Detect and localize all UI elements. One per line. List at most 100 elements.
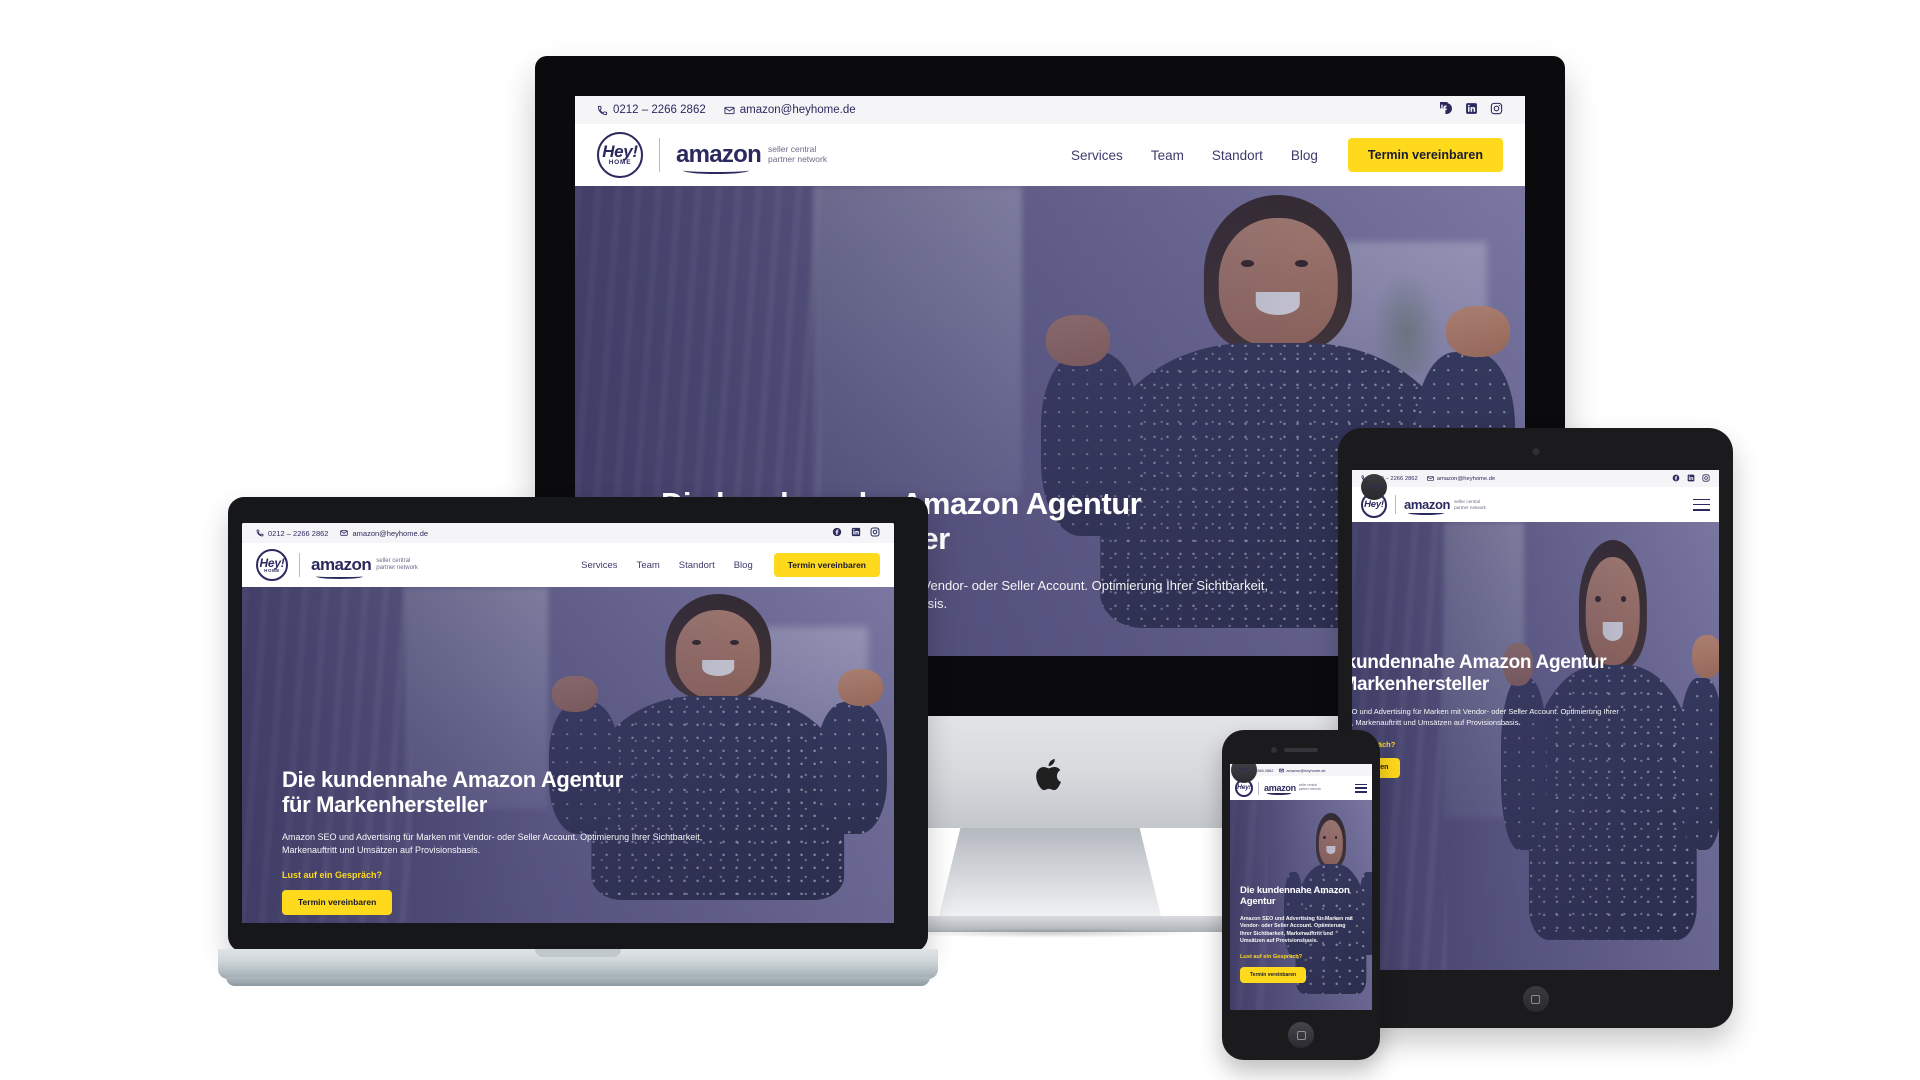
laptop-notch <box>535 949 621 957</box>
logo-hey-text: Hey! <box>1237 783 1251 791</box>
amazon-smile-icon <box>1407 512 1444 515</box>
badge-line-2: partner network <box>1454 504 1486 510</box>
instagram-link[interactable] <box>1490 102 1503 118</box>
email-address: amazon@heyhome.de <box>1436 475 1496 482</box>
instagram-icon <box>1702 473 1710 482</box>
nav-item-services[interactable]: Services <box>581 560 617 571</box>
amazon-wordmark: amazon <box>1404 497 1450 515</box>
hamburger-menu-icon[interactable] <box>1693 498 1710 511</box>
phone-contact[interactable]: 0212 – 2266 2862 <box>256 529 328 538</box>
hero-section: Die kundennahe Amazon Agentur Amazon SEO… <box>1230 800 1372 1010</box>
heyhome-logo: Hey! HOME <box>597 132 643 178</box>
hero-section: Die kundennahe Amazon Agentur für Marken… <box>1352 522 1719 970</box>
amazon-smile-icon <box>1266 792 1292 795</box>
top-contact-bar: 0212 – 2266 2862 amazon@heyhome.de <box>242 523 894 543</box>
amazon-partner-badge: amazon seller central partner network <box>1264 783 1321 795</box>
phone-contact[interactable]: 0212 – 2266 2862 <box>597 104 706 116</box>
hero-headline: Die kundennahe Amazon Agentur für Marken… <box>282 767 722 817</box>
macbook-laptop-mockup: 0212 – 2266 2862 amazon@heyhome.de Hey! … <box>218 497 938 997</box>
envelope-icon <box>340 530 349 536</box>
nav-cta-button[interactable]: Termin vereinbaren <box>773 553 880 577</box>
instagram-link[interactable] <box>870 527 880 539</box>
nav-item-blog[interactable]: Blog <box>734 560 753 571</box>
nav-links: Services Team Standort Blog Termin verei… <box>581 553 880 577</box>
linkedin-link[interactable] <box>851 527 861 539</box>
hero-copy: Die kundennahe Amazon Agentur für Marken… <box>1352 652 1642 778</box>
nav-item-team[interactable]: Team <box>637 560 660 571</box>
social-links <box>1672 473 1710 484</box>
nav-item-blog[interactable]: Blog <box>1291 148 1318 163</box>
tablet-screen: 0212 – 2266 2862 amazon@heyhome.de Hey! … <box>1352 470 1719 970</box>
phone-number: 0212 – 2266 2862 <box>268 528 329 538</box>
hero-copy: Die kundennahe Amazon Agentur für Marken… <box>282 767 722 915</box>
burger-line-3 <box>1355 791 1367 793</box>
hero-headline-line2: für Markenhersteller <box>282 792 487 818</box>
brand-divider <box>299 553 300 577</box>
brand-lockup[interactable]: Hey! HOME amazon seller central partner … <box>1231 764 1321 797</box>
hero-lead-text: Amazon SEO und Advertising für Marken mi… <box>1352 707 1619 727</box>
hamburger-menu-icon[interactable] <box>1355 783 1367 793</box>
nav-item-services[interactable]: Services <box>1071 148 1123 163</box>
nav-cta-button[interactable]: Termin vereinbaren <box>1347 138 1503 172</box>
nav-item-team[interactable]: Team <box>1151 148 1184 163</box>
phone-screen: 0212 – 2266 2862 amazon@heyhome.de Hey! <box>1230 764 1372 1010</box>
hero-headline: Die kundennahe Amazon Agentur <box>1240 885 1358 908</box>
burger-line-3 <box>1693 508 1710 511</box>
instagram-link[interactable] <box>1702 473 1710 484</box>
hero-headline-line1: Die kundennahe Amazon Agentur <box>1240 885 1350 907</box>
brand-lockup[interactable]: Hey! HOME amazon seller central partner … <box>597 132 827 178</box>
social-links <box>1436 97 1503 118</box>
website-laptop: 0212 – 2266 2862 amazon@heyhome.de Hey! … <box>242 523 894 923</box>
linkedin-icon <box>1466 103 1477 114</box>
facebook-link[interactable] <box>832 527 842 539</box>
logo-home-text: HOME <box>608 159 632 167</box>
hero-cta-button[interactable]: Termin vereinbaren <box>282 889 393 915</box>
badge-line-1: seller central <box>376 558 411 565</box>
linkedin-icon <box>1687 474 1695 481</box>
amazon-wordmark: amazon <box>1264 783 1296 795</box>
home-button-icon <box>1296 1030 1306 1040</box>
brand-divider <box>1395 495 1396 514</box>
hero-lead-text: Amazon SEO und Advertising für Marken mi… <box>1240 915 1353 945</box>
phone-camera <box>1271 747 1277 753</box>
amazon-wordmark: amazon <box>676 141 762 175</box>
burger-line-2 <box>1693 503 1710 506</box>
phone-speaker <box>1284 748 1318 752</box>
email-contact[interactable]: amazon@heyhome.de <box>1279 768 1326 773</box>
nav-item-standort[interactable]: Standort <box>1212 148 1263 163</box>
amazon-badge-subtitle: seller central partner network <box>1454 499 1486 510</box>
main-navbar: Hey! HOME amazon seller central partner … <box>1352 473 1719 522</box>
brand-lockup[interactable]: Hey! HOME amazon seller central partner … <box>1361 473 1486 518</box>
linkedin-icon <box>851 527 861 537</box>
amazon-badge-subtitle: seller central partner network <box>376 558 418 572</box>
amazon-badge-subtitle: seller central partner network <box>768 144 827 165</box>
email-address: amazon@heyhome.de <box>739 104 856 116</box>
website-tablet: 0212 – 2266 2862 amazon@heyhome.de Hey! … <box>1352 470 1719 970</box>
facebook-link[interactable] <box>1672 474 1680 484</box>
email-contact[interactable]: amazon@heyhome.de <box>724 104 856 116</box>
amazon-partner-badge: amazon seller central partner network <box>311 555 418 579</box>
tablet-home-button[interactable] <box>1522 986 1549 1012</box>
envelope-icon <box>724 106 735 114</box>
main-navbar: Hey! HOME amazon seller central partner … <box>1230 764 1372 800</box>
email-contact[interactable]: amazon@heyhome.de <box>340 529 428 538</box>
linkedin-link[interactable] <box>1687 474 1695 484</box>
hero-headline-line1: Die kundennahe Amazon Agentur <box>282 767 623 792</box>
heyhome-logo: Hey! HOME <box>256 549 288 581</box>
envelope-icon <box>1426 476 1434 481</box>
top-contact-bar: 0212 – 2266 2862 amazon@heyhome.de <box>575 96 1525 124</box>
amazon-partner-badge: amazon seller central partner network <box>676 141 827 175</box>
responsive-device-mockup-scene: 0212 – 2266 2862 amazon@heyhome.de Hey! … <box>0 0 1920 1080</box>
amazon-smile-icon <box>315 576 363 579</box>
heyhome-logo: Hey! HOME <box>1361 473 1387 518</box>
brand-lockup[interactable]: Hey! HOME amazon seller central partner … <box>256 549 418 581</box>
facebook-link[interactable] <box>1436 97 1453 118</box>
linkedin-link[interactable] <box>1465 102 1478 118</box>
nav-item-standort[interactable]: Standort <box>679 560 715 571</box>
hero-cta-button[interactable]: Termin vereinbaren <box>1240 966 1307 983</box>
apple-logo-icon <box>1036 759 1061 791</box>
burger-line-2 <box>1355 787 1367 789</box>
top-contact-bar: 0212 – 2266 2862 amazon@heyhome.de <box>1352 470 1719 487</box>
phone-home-button[interactable] <box>1288 1022 1314 1048</box>
email-contact[interactable]: amazon@heyhome.de <box>1426 475 1496 482</box>
